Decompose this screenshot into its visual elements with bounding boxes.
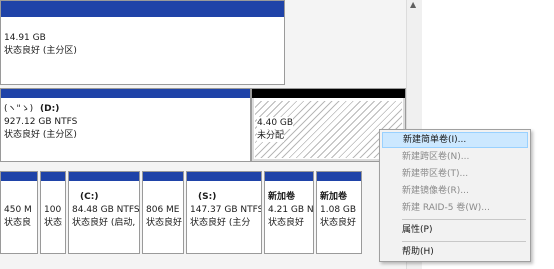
partition-new-1[interactable]: 新加卷 4.21 GB N 状态良好 (264, 171, 314, 254)
partition-c-name: (C:) (80, 192, 99, 202)
partition-c-size: 84.48 GB NTFS (72, 205, 140, 215)
unallocated-size: 4.40 GB (257, 117, 294, 129)
partition-4-status: 状态良好 (146, 218, 183, 228)
volume-d-size: 927.12 GB NTFS (4, 117, 78, 127)
partition-s-size: 147.37 GB NTFS (190, 205, 262, 215)
partition-new-2-bar (317, 172, 361, 181)
menu-item-new-raid5-volume[interactable]: 新建 RAID-5 卷(W)... (382, 200, 528, 216)
partition-s-status: 状态良好 (主分 (190, 218, 251, 228)
partition-1[interactable]: 450 M 状态良 (0, 171, 38, 254)
unallocated-status: 未分配 (257, 130, 285, 142)
volume-d-prefix: (ヽ"ゝ) (4, 104, 34, 114)
partition-4-size: 806 ME (146, 205, 180, 215)
partition-2-status: 状态 (44, 218, 63, 228)
menu-item-new-mirrored-volume[interactable]: 新建镜像卷(R)... (382, 183, 528, 199)
volume-d-bar (1, 89, 250, 98)
partition-new-2[interactable]: 新加卷 1.08 GB 状态良好 (316, 171, 362, 254)
menu-item-properties[interactable]: 属性(P) (382, 222, 528, 238)
volume-top-size: 14.91 GB (4, 33, 46, 43)
partition-c[interactable]: (C:) 84.48 GB NTFS 状态良好 (启动, (68, 171, 140, 254)
partition-s-name: (S:) (198, 192, 217, 202)
partition-2[interactable]: 100 状态 (40, 171, 66, 254)
menu-item-help[interactable]: 帮助(H) (382, 244, 528, 260)
partition-new-1-bar (265, 172, 313, 181)
volume-d[interactable]: (ヽ"ゝ) (D:) 927.12 GB NTFS 状态良好 (主分区) (0, 88, 251, 162)
unallocated-bar (252, 89, 405, 98)
context-menu: 新建简单卷(I)... 新建跨区卷(N)... 新建带区卷(T)... 新建镜像… (379, 129, 531, 262)
menu-separator-2 (402, 241, 526, 242)
menu-separator-1 (402, 219, 526, 220)
scroll-up-arrow-icon[interactable]: ▲ (410, 1, 416, 9)
menu-item-new-simple-volume[interactable]: 新建简单卷(I)... (382, 132, 528, 148)
partition-new-1-status: 状态良好 (268, 218, 305, 228)
volume-d-name: (D:) (40, 104, 60, 114)
partition-c-status: 状态良好 (启动, (72, 218, 136, 228)
partition-new-2-name: 新加卷 (320, 192, 348, 202)
partition-2-bar (41, 172, 65, 181)
partition-2-size: 100 (44, 205, 62, 215)
menu-item-new-striped-volume[interactable]: 新建带区卷(T)... (382, 166, 528, 182)
partition-new-2-size: 1.08 GB (320, 205, 357, 215)
volume-d-title: (ヽ"ゝ) (D:) (4, 103, 59, 115)
partition-4[interactable]: 806 ME 状态良好 (142, 171, 184, 254)
partition-s[interactable]: (S:) 147.37 GB NTFS 状态良好 (主分 (186, 171, 262, 254)
partition-new-1-size: 4.21 GB N (268, 205, 314, 215)
partition-s-bar (187, 172, 261, 181)
volume-d-status: 状态良好 (主分区) (4, 130, 77, 140)
partition-new-1-name: 新加卷 (268, 192, 296, 202)
partition-1-bar (1, 172, 37, 181)
partition-new-2-status: 状态良好 (320, 218, 357, 228)
volume-top[interactable]: 14.91 GB 状态良好 (主分区) (0, 0, 285, 85)
volume-top-status: 状态良好 (主分区) (4, 46, 77, 56)
volume-top-bar (1, 1, 284, 17)
partition-c-bar (69, 172, 139, 181)
partition-4-bar (143, 172, 183, 181)
partition-1-status: 状态良 (4, 218, 32, 228)
partition-1-size: 450 M (4, 205, 32, 215)
menu-item-new-spanned-volume[interactable]: 新建跨区卷(N)... (382, 149, 528, 165)
